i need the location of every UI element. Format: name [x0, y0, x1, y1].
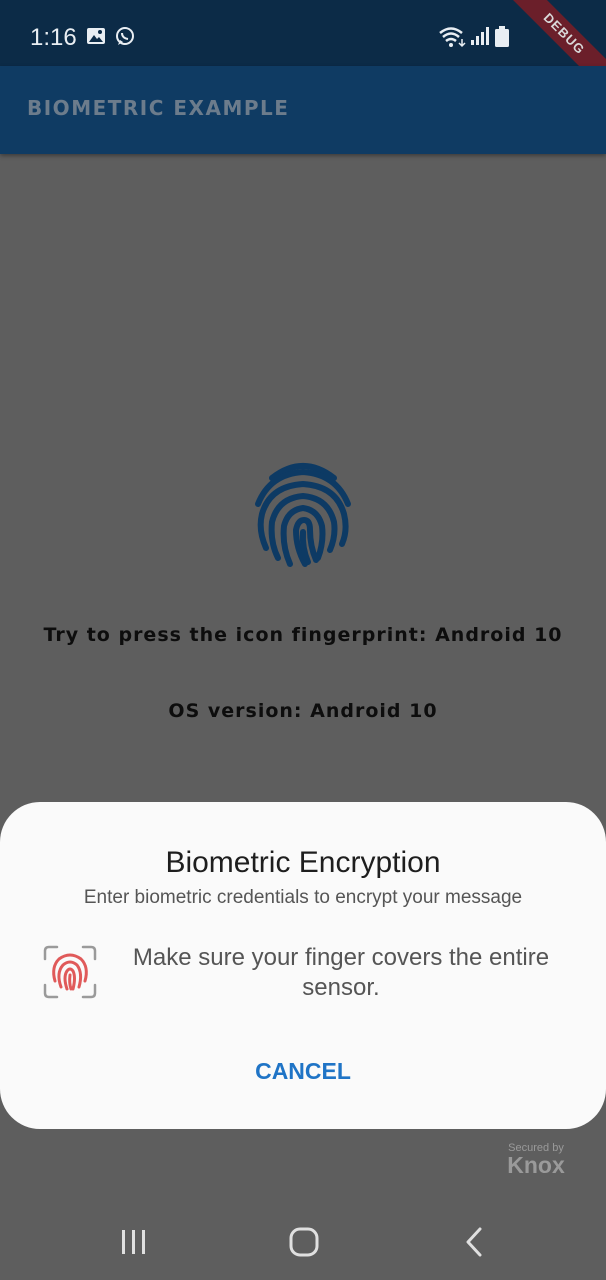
app-title: BIOMETRIC EXAMPLE	[27, 96, 290, 120]
whatsapp-icon	[114, 26, 136, 52]
signal-icon	[470, 26, 490, 50]
fingerprint-icon[interactable]	[250, 458, 356, 570]
back-icon[interactable]	[454, 1224, 494, 1260]
battery-icon	[494, 26, 510, 52]
os-version-text: OS version: Android 10	[168, 700, 438, 722]
dialog-subtitle: Enter biometric credentials to encrypt y…	[83, 887, 523, 908]
home-icon[interactable]	[284, 1224, 324, 1260]
status-time: 1:16	[30, 24, 77, 51]
knox-logo: Knox	[507, 1152, 565, 1178]
image-icon	[86, 26, 106, 50]
knox-badge: Secured by Knox	[496, 1142, 576, 1178]
recent-apps-icon[interactable]	[114, 1224, 154, 1260]
cancel-button[interactable]: CANCEL	[203, 1047, 403, 1095]
wifi-icon	[438, 26, 466, 52]
fingerprint-sensor-icon	[43, 945, 97, 999]
status-bar: 1:16 DEBUG	[0, 0, 606, 107]
biometric-dialog: Biometric Encryption Enter biometric cre…	[0, 802, 606, 1129]
dialog-title: Biometric Encryption	[165, 846, 441, 879]
navigation-bar	[0, 1200, 606, 1280]
sensor-message: Make sure your finger covers the entire …	[132, 944, 550, 1001]
app-bar: BIOMETRIC EXAMPLE	[0, 66, 606, 154]
prompt-text: Try to press the icon fingerprint: Andro…	[43, 624, 563, 646]
